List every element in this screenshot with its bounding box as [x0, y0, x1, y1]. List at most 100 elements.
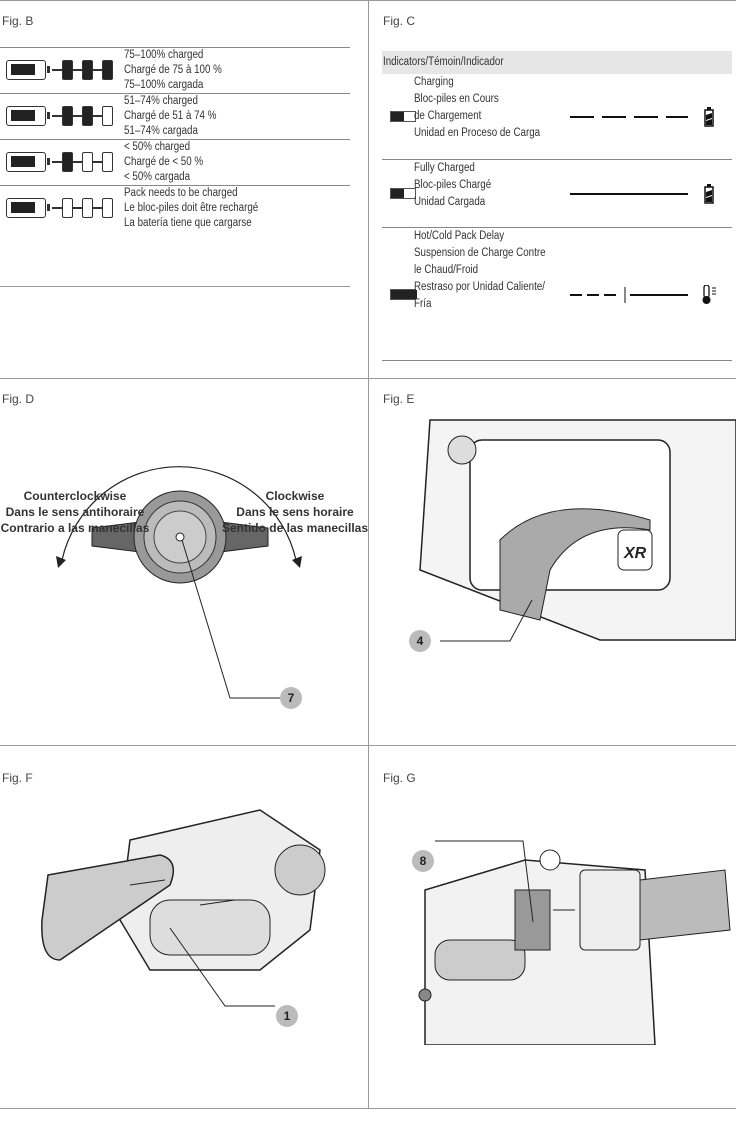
fuel-gauge-segment — [62, 60, 73, 80]
charge-level-row: 75–100% charged Chargé de 75 à 100 % 75–10… — [0, 47, 350, 93]
text-line: < 50% cargada — [124, 171, 191, 183]
text-line: < 50% charged — [124, 141, 191, 153]
charge-level-text: 51–74% charged Chargé de 51 à 74 % 51–74% … — [124, 94, 216, 139]
connector — [73, 115, 82, 117]
fig-f-label: Fig. F — [2, 771, 33, 785]
thermometer-icon — [702, 284, 716, 304]
indicator-text: Charging Bloc-piles en Cours de Chargement… — [414, 74, 540, 142]
battery-icon — [6, 106, 50, 126]
divider — [368, 0, 369, 1108]
blinking-pattern — [570, 116, 688, 118]
text-line: Dans le sens antihoraire — [5, 505, 145, 519]
charge-level-text: Pack needs to be charged Le bloc-piles do… — [124, 186, 258, 231]
text-line: Chargé de 51 à 74 % — [124, 110, 217, 122]
fuel-gauge-segment — [102, 106, 113, 126]
text-line: La batería tiene que cargarse — [124, 217, 252, 229]
fuel-gauge-segment — [62, 106, 73, 126]
text-line: Charging — [414, 76, 454, 88]
battery-charging-icon — [704, 107, 714, 127]
xr-logo: XR — [623, 545, 647, 562]
fig-c-header: Indicators/Témoin/Indicador — [382, 51, 732, 74]
fuel-gauge-segment — [102, 152, 113, 172]
indicator-light-icon — [390, 111, 416, 122]
text-line: 75–100% cargada — [124, 79, 204, 91]
fig-b-label: Fig. B — [2, 14, 34, 28]
text-line: Bloc-piles en Cours — [414, 93, 499, 105]
solid-pattern — [570, 193, 688, 195]
connector — [93, 69, 102, 71]
connector — [73, 69, 82, 71]
connector — [73, 207, 82, 209]
text-line: Unidad Cargada — [414, 196, 486, 208]
charge-level-text: < 50% charged Chargé de < 50 % < 50% carga… — [124, 140, 203, 185]
fuel-gauge-segment — [82, 198, 93, 218]
indicator-text: Fully Charged Bloc-piles Chargé Unidad Car… — [414, 160, 491, 211]
text-line: le Chaud/Froid — [414, 264, 479, 276]
text-line: Chargé de < 50 % — [124, 156, 204, 168]
fig-e-label: Fig. E — [383, 392, 415, 406]
indicator-row: Fully Charged Bloc-piles Chargé Unidad Car… — [382, 160, 732, 228]
callout-8: 8 — [412, 850, 434, 872]
divider — [0, 1108, 736, 1109]
clockwise-label: Clockwise Dans le sens horaire Sentido de … — [210, 488, 380, 536]
text-line: Unidad en Proceso de Carga — [414, 127, 541, 139]
text-line: Fully Charged — [414, 162, 475, 174]
text-line: 75–100% charged — [124, 49, 204, 61]
charge-level-row: 51–74% charged Chargé de 51 à 74 % 51–74% … — [0, 93, 350, 139]
fuel-gauge-segment — [62, 152, 73, 172]
text-line: Hot/Cold Pack Delay — [414, 230, 505, 242]
connector — [52, 161, 62, 163]
counterclockwise-label: Counterclockwise Dans le sens antihoraire… — [0, 488, 160, 536]
connector — [52, 69, 62, 71]
battery-icon — [6, 152, 50, 172]
knob-illustration — [56, 466, 302, 699]
text-line: 51–74% charged — [124, 95, 198, 107]
text-line: Le bloc-piles doit être rechargé — [124, 202, 259, 214]
fig-c-header-text: Indicators/Témoin/Indicador — [383, 56, 504, 68]
delay-pattern — [570, 286, 688, 303]
indicator-light-icon — [390, 288, 417, 300]
charge-level-row: < 50% charged Chargé de < 50 % < 50% carga… — [0, 139, 350, 185]
belt-sander-illustration — [41, 809, 326, 1007]
text-line: Bloc-piles Chargé — [414, 179, 492, 191]
text-line: Fría — [414, 298, 432, 310]
battery-full-icon — [704, 184, 714, 204]
fuel-gauge-segment — [82, 152, 93, 172]
connector — [93, 161, 102, 163]
callout-7: 7 — [280, 687, 302, 709]
text-line: Dans le sens horaire — [236, 505, 354, 519]
dust-port-illustration — [418, 840, 731, 1045]
text-line: Suspension de Charge Contre — [414, 247, 546, 259]
fuel-gauge-segment — [62, 198, 73, 218]
indicator-light-icon — [390, 188, 416, 199]
fig-c-label: Fig. C — [383, 14, 416, 28]
fig-g-label: Fig. G — [383, 771, 416, 785]
callout-1: 1 — [276, 1005, 298, 1027]
battery-slot-illustration: XR — [419, 419, 736, 642]
text-line: Contrario a las manecillas — [0, 521, 150, 535]
connector — [93, 207, 102, 209]
text-line: de Chargement — [414, 110, 482, 122]
connector — [52, 207, 62, 209]
text-line: Counterclockwise — [23, 489, 127, 503]
fuel-gauge-segment — [102, 60, 113, 80]
battery-icon — [6, 60, 50, 80]
text-line: Pack needs to be charged — [124, 187, 238, 199]
battery-icon — [6, 198, 50, 218]
connector — [93, 115, 102, 117]
text-line: Clockwise — [265, 489, 325, 503]
divider — [0, 286, 350, 287]
connector — [73, 161, 82, 163]
text-line: 51–74% cargada — [124, 125, 198, 137]
indicator-row: Hot/Cold Pack Delay Suspension de Charge … — [382, 228, 732, 361]
text-line: Restraso por Unidad Caliente/ — [414, 281, 545, 293]
connector — [52, 115, 62, 117]
charge-level-row: Pack needs to be charged Le bloc-piles do… — [0, 185, 350, 231]
text-line: Sentido de las manecillas — [221, 521, 369, 535]
fuel-gauge-segment — [82, 106, 93, 126]
indicator-text: Hot/Cold Pack Delay Suspension de Charge … — [414, 228, 546, 313]
charge-level-text: 75–100% charged Chargé de 75 à 100 % 75–10… — [124, 48, 222, 93]
fuel-gauge-segment — [102, 198, 113, 218]
callout-4: 4 — [409, 630, 431, 652]
text-line: Chargé de 75 à 100 % — [124, 64, 222, 76]
